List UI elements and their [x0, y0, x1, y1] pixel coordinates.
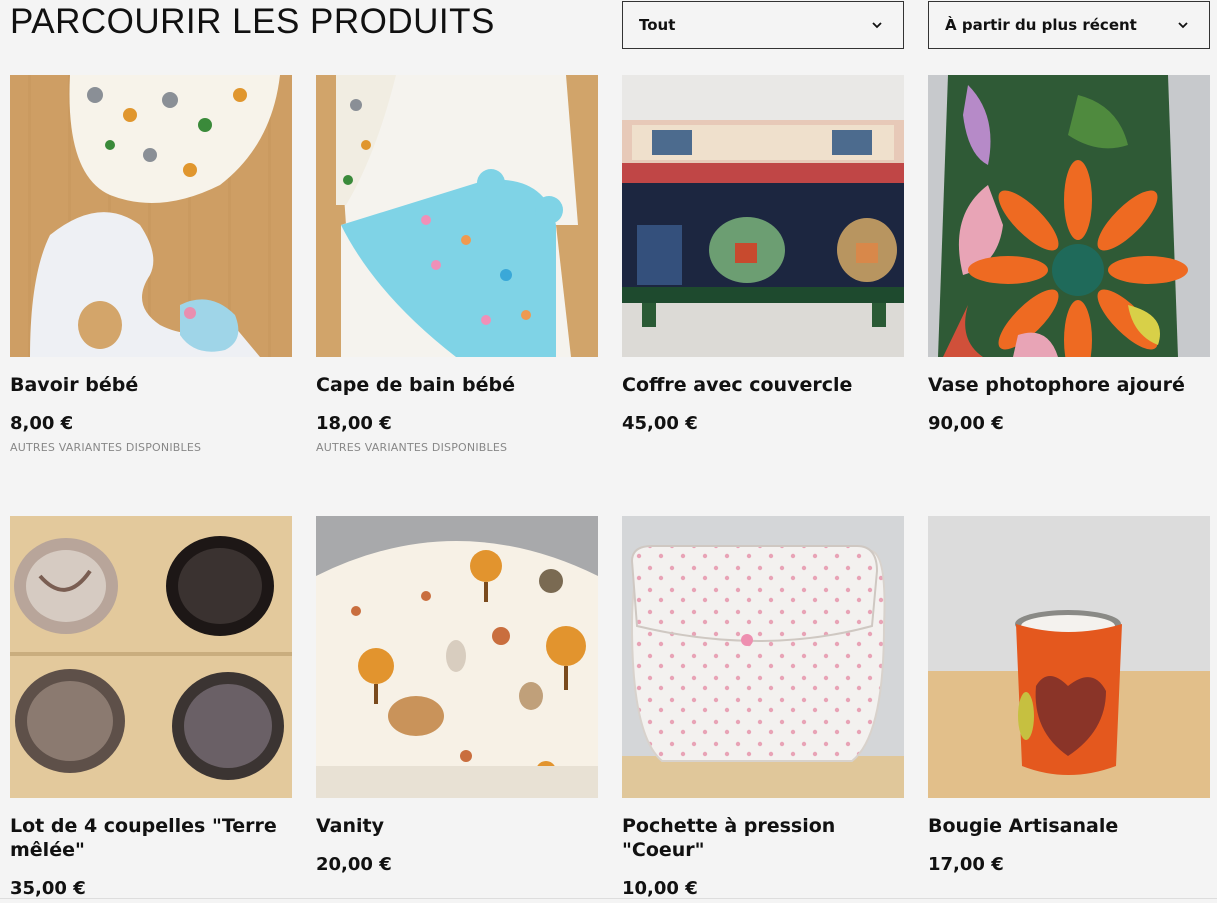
product-card[interactable]: Cape de bain bébé 18,00 € AUTRES VARIANT… — [316, 75, 598, 454]
product-image[interactable] — [316, 516, 598, 798]
product-card[interactable]: Vase photophore ajouré 90,00 € — [928, 75, 1210, 435]
product-image[interactable] — [928, 516, 1210, 798]
product-name[interactable]: Cape de bain bébé — [316, 373, 598, 397]
product-image[interactable] — [316, 75, 598, 357]
product-variants-note: AUTRES VARIANTES DISPONIBLES — [10, 441, 202, 454]
product-image[interactable] — [10, 75, 292, 357]
product-card[interactable]: Lot de 4 coupelles "Terre mêlée" 35,00 € — [10, 516, 292, 900]
product-price: 18,00 € — [316, 413, 392, 434]
product-name[interactable]: Pochette à pression "Coeur" — [622, 814, 904, 862]
product-image[interactable] — [928, 75, 1210, 357]
page-title: PARCOURIR LES PRODUITS — [10, 2, 495, 41]
product-name[interactable]: Bavoir bébé — [10, 373, 292, 397]
product-image[interactable] — [10, 516, 292, 798]
category-filter-value: Tout — [639, 16, 676, 34]
sort-order-select[interactable]: À partir du plus récent — [928, 1, 1210, 49]
page-bottom-edge — [0, 898, 1217, 903]
product-name[interactable]: Vanity — [316, 814, 598, 838]
product-name[interactable]: Vase photophore ajouré — [928, 373, 1210, 397]
product-card[interactable]: Pochette à pression "Coeur" 10,00 € — [622, 516, 904, 900]
product-card[interactable]: Bougie Artisanale 17,00 € — [928, 516, 1210, 876]
product-image[interactable] — [622, 75, 904, 357]
chevron-down-icon — [872, 22, 882, 29]
product-card[interactable]: Bavoir bébé 8,00 € AUTRES VARIANTES DISP… — [10, 75, 292, 454]
product-name[interactable]: Lot de 4 coupelles "Terre mêlée" — [10, 814, 292, 862]
product-price: 10,00 € — [622, 878, 698, 899]
product-card[interactable]: Vanity 20,00 € — [316, 516, 598, 876]
product-price: 20,00 € — [316, 854, 392, 875]
sort-order-value: À partir du plus récent — [945, 16, 1137, 34]
product-price: 35,00 € — [10, 878, 86, 899]
product-name[interactable]: Bougie Artisanale — [928, 814, 1210, 838]
product-image[interactable] — [622, 516, 904, 798]
product-price: 45,00 € — [622, 413, 698, 434]
product-price: 17,00 € — [928, 854, 1004, 875]
chevron-down-icon — [1178, 22, 1188, 29]
category-filter-select[interactable]: Tout — [622, 1, 904, 49]
product-name[interactable]: Coffre avec couvercle — [622, 373, 904, 397]
product-card[interactable]: Coffre avec couvercle 45,00 € — [622, 75, 904, 435]
product-variants-note: AUTRES VARIANTES DISPONIBLES — [316, 441, 508, 454]
product-price: 90,00 € — [928, 413, 1004, 434]
product-price: 8,00 € — [10, 413, 74, 434]
